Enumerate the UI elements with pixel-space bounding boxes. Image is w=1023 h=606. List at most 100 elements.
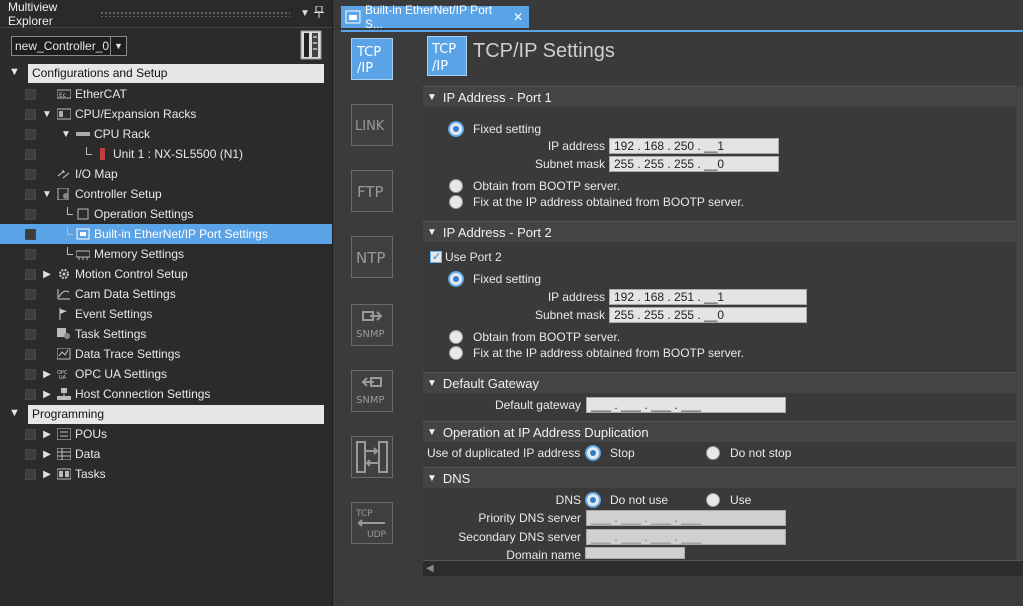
tree-checkbox[interactable]: [25, 389, 36, 400]
expand-icon[interactable]: ▶: [41, 429, 53, 440]
tree-item-unit1[interactable]: Unit 1 : NX-SL5500 (N1): [0, 144, 332, 164]
section-configurations[interactable]: Configurations and Setup: [28, 64, 324, 83]
expand-config-icon[interactable]: ▼: [9, 66, 20, 78]
duplication-stop-radio[interactable]: [586, 446, 600, 460]
tree-checkbox[interactable]: [25, 209, 36, 220]
port1-mask-field[interactable]: 255 . 255 . 255 . __0: [609, 156, 779, 172]
tree-checkbox[interactable]: [25, 149, 36, 160]
domain-name-field[interactable]: [585, 547, 685, 559]
duplication-nostop-radio[interactable]: [706, 446, 720, 460]
port2-bootp-fix-radio[interactable]: [449, 346, 463, 360]
close-icon[interactable]: ✕: [513, 10, 523, 24]
tree-item-controller-setup[interactable]: ▼ Controller Setup: [0, 184, 332, 204]
collapse-icon[interactable]: ▼: [427, 378, 437, 389]
tree-item-io-map[interactable]: I/O Map: [0, 164, 332, 184]
tree-checkbox[interactable]: [25, 229, 36, 240]
port2-bootp-radio[interactable]: [449, 330, 463, 344]
priority-dns-field[interactable]: ___ . ___ . ___ . ___: [586, 510, 786, 526]
scroll-left-icon[interactable]: ◀: [426, 563, 434, 574]
collapse-icon[interactable]: ▼: [427, 227, 437, 238]
explorer-title-bar: Multiview Explorer ▼: [0, 0, 332, 28]
tree-checkbox[interactable]: [25, 469, 36, 480]
collapse-icon[interactable]: ▼: [60, 129, 72, 140]
tree-item-cpu-rack[interactable]: ▼ CPU Rack: [0, 124, 332, 144]
tree-checkbox[interactable]: [25, 109, 36, 120]
tree-item-cpu-racks[interactable]: ▼ CPU/Expansion Racks: [0, 104, 332, 124]
tree-checkbox[interactable]: [25, 369, 36, 380]
group-port2[interactable]: ▼ IP Address - Port 2: [423, 221, 1023, 242]
ftp-icon[interactable]: FTP: [351, 170, 393, 212]
group-gateway[interactable]: ▼ Default Gateway: [423, 372, 1023, 393]
snmp-trap-icon[interactable]: SNMP: [351, 370, 393, 412]
tree-checkbox[interactable]: [25, 449, 36, 460]
dropdown-icon[interactable]: ▼: [298, 8, 312, 19]
pin-icon[interactable]: [312, 5, 326, 21]
tree-checkbox[interactable]: [25, 169, 36, 180]
tab-ethernet-settings[interactable]: Built-in EtherNet/IP Port S... ✕: [341, 3, 529, 31]
tree-item-task-settings[interactable]: Task Settings: [0, 324, 332, 344]
expand-icon[interactable]: ▶: [41, 469, 53, 480]
expand-icon[interactable]: ▶: [41, 269, 53, 280]
gateway-field[interactable]: ___ . ___ . ___ . ___: [586, 397, 786, 413]
use-port2-checkbox[interactable]: [430, 250, 442, 263]
collapse-icon[interactable]: ▼: [427, 427, 437, 438]
data-table-icon: [57, 448, 71, 460]
tree-checkbox[interactable]: [25, 129, 36, 140]
collapse-icon[interactable]: ▼: [41, 189, 53, 200]
group-duplication[interactable]: ▼ Operation at IP Address Duplication: [423, 421, 1023, 442]
tree-item-pous[interactable]: ▶ POUs: [0, 424, 332, 444]
collapse-icon[interactable]: ▼: [427, 473, 437, 484]
expand-icon[interactable]: ▶: [41, 369, 53, 380]
tree-item-opc-ua[interactable]: ▶ OPC UA OPC UA Settings: [0, 364, 332, 384]
tcp-udp-icon[interactable]: TCP UDP: [351, 502, 393, 544]
tree-item-host-connection[interactable]: ▶ Host Connection Settings: [0, 384, 332, 404]
tree-item-data-trace[interactable]: Data Trace Settings: [0, 344, 332, 364]
horizontal-scrollbar[interactable]: ◀: [423, 560, 1023, 576]
tree-checkbox[interactable]: [25, 189, 36, 200]
tree-checkbox[interactable]: [25, 289, 36, 300]
tree-checkbox[interactable]: [25, 309, 36, 320]
group-dns[interactable]: ▼ DNS: [423, 467, 1023, 488]
section-programming[interactable]: Programming: [28, 405, 324, 424]
port1-bootp-fix-radio[interactable]: [449, 195, 463, 209]
group-port1[interactable]: ▼ IP Address - Port 1: [423, 86, 1023, 107]
tree-item-cam-data[interactable]: Cam Data Settings: [0, 284, 332, 304]
tree-checkbox[interactable]: [25, 349, 36, 360]
controller-select-value: new_Controller_0: [15, 39, 110, 53]
dns-use-radio[interactable]: [706, 493, 720, 507]
tree-item-data[interactable]: ▶ Data: [0, 444, 332, 464]
port1-ip-field[interactable]: 192 . 168 . 250 . __1: [609, 138, 779, 154]
tree-checkbox[interactable]: [25, 329, 36, 340]
port2-fixed-radio[interactable]: [449, 272, 463, 286]
vertical-scrollbar[interactable]: [1016, 86, 1023, 560]
controller-select[interactable]: new_Controller_0 ▼: [11, 36, 127, 56]
tree-item-event-settings[interactable]: Event Settings: [0, 304, 332, 324]
secondary-dns-field[interactable]: ___ . ___ . ___ . ___: [586, 529, 786, 545]
expand-icon[interactable]: ▶: [41, 449, 53, 460]
ntp-icon[interactable]: NTP: [351, 236, 393, 278]
tree-checkbox[interactable]: [25, 89, 36, 100]
chevron-down-icon[interactable]: ▼: [110, 37, 126, 55]
tree-item-tasks[interactable]: ▶ Tasks: [0, 464, 332, 484]
tree-checkbox[interactable]: [25, 269, 36, 280]
tree-checkbox[interactable]: [25, 429, 36, 440]
port2-mask-field[interactable]: 255 . 255 . 255 . __0: [609, 307, 807, 323]
tree-checkbox[interactable]: [25, 249, 36, 260]
expand-icon[interactable]: ▶: [41, 389, 53, 400]
tree-item-ethernet-settings[interactable]: Built-in EtherNet/IP Port Settings: [0, 224, 332, 244]
collapse-icon[interactable]: ▼: [427, 92, 437, 103]
tree-item-ethercat[interactable]: Ec EtherCAT: [0, 84, 332, 104]
tree-item-motion-control[interactable]: ▶ Motion Control Setup: [0, 264, 332, 284]
tcpip-icon[interactable]: TCP/IP: [351, 38, 393, 80]
snmp-icon[interactable]: SNMP: [351, 304, 393, 346]
port1-fixed-radio[interactable]: [449, 122, 463, 136]
port1-bootp-radio[interactable]: [449, 179, 463, 193]
link-icon[interactable]: LINK: [351, 104, 393, 146]
dns-not-use-radio[interactable]: [586, 493, 600, 507]
expand-programming-icon[interactable]: ▼: [9, 407, 20, 419]
tree-item-operation-settings[interactable]: Operation Settings: [0, 204, 332, 224]
collapse-icon[interactable]: ▼: [41, 109, 53, 120]
tree-item-memory-settings[interactable]: Memory Settings: [0, 244, 332, 264]
fins-icon[interactable]: [351, 436, 393, 478]
port2-ip-field[interactable]: 192 . 168 . 251 . __1: [609, 289, 807, 305]
